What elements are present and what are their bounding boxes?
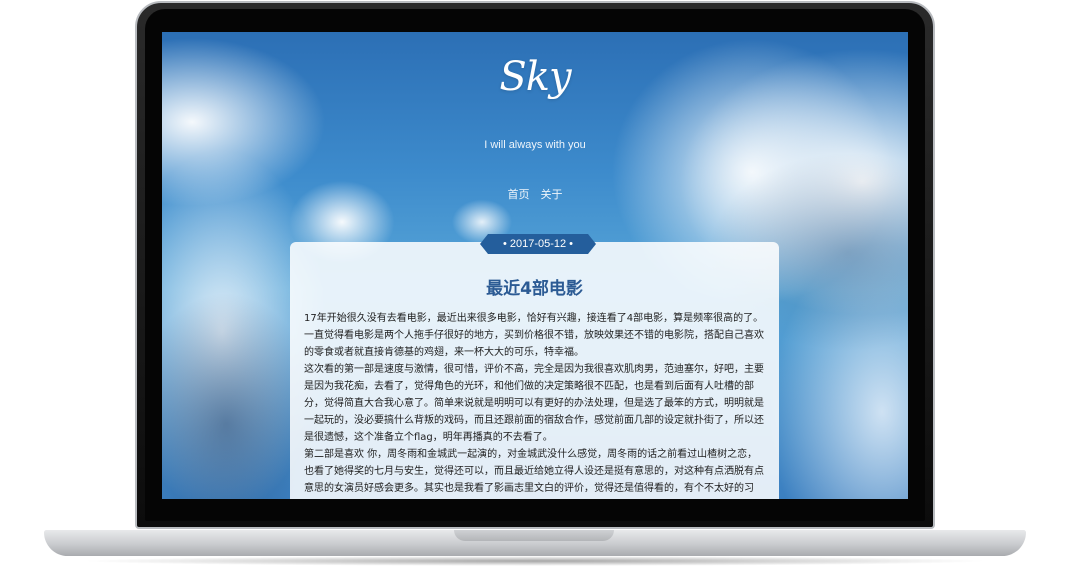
main-nav: 首页 关于 [162,186,908,202]
post-body: 17年开始很久没有去看电影，最近出来很多电影，恰好有兴趣，接连看了4部电影，算是… [304,310,766,499]
site-logo[interactable]: Sky [162,54,908,100]
laptop-notch [454,530,614,541]
post-title[interactable]: 最近4部电影 [290,274,779,299]
post-paragraph: 这次看的第一部是速度与激情，很可惜，评价不高，完全是因为我很喜欢肌肉男，范迪塞尔… [304,364,764,443]
site-tagline: I will always with you [484,139,586,151]
post-paragraph: 一直觉得看电影是两个人拖手仔很好的地方，买到价格很不错，放映效果还不错的电影院，… [304,330,764,358]
nav-item-home[interactable]: 首页 [507,189,529,201]
browser-screen: Sky I will always with you 首页 关于 • 2017-… [162,32,908,499]
nav-item-about[interactable]: 关于 [541,189,563,201]
post-paragraph: 第二部是喜欢 你，周冬雨和金城武一起演的，对金城武没什么感觉，周冬雨的话之前看过… [304,449,764,494]
laptop-shadow [80,556,990,566]
post-date-ribbon: • 2017-05-12 • [480,234,596,254]
post-paragraph: 17年开始很久没有去看电影，最近出来很多电影，恰好有兴趣，接连看了4部电影，算是… [304,313,764,324]
